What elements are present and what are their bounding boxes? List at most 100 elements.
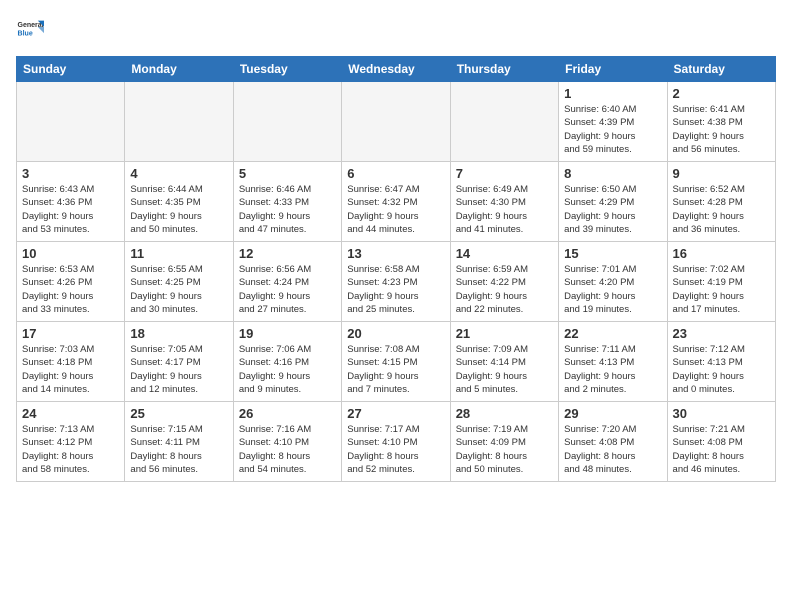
- day-number: 16: [673, 246, 770, 261]
- day-number: 9: [673, 166, 770, 181]
- day-number: 27: [347, 406, 444, 421]
- header: General Blue: [16, 16, 776, 44]
- calendar-day-cell: [17, 82, 125, 162]
- day-detail: Sunrise: 7:09 AM Sunset: 4:14 PM Dayligh…: [456, 343, 553, 396]
- day-number: 6: [347, 166, 444, 181]
- day-detail: Sunrise: 6:59 AM Sunset: 4:22 PM Dayligh…: [456, 263, 553, 316]
- calendar-day-cell: 1 Sunrise: 6:40 AM Sunset: 4:39 PM Daylig…: [559, 82, 667, 162]
- calendar-day-cell: 19Sunrise: 7:06 AM Sunset: 4:16 PM Dayli…: [233, 322, 341, 402]
- day-detail: Sunrise: 7:01 AM Sunset: 4:20 PM Dayligh…: [564, 263, 661, 316]
- calendar-day-cell: 16 Sunrise: 7:02 AM Sunset: 4:19 PM Dayli…: [667, 242, 775, 322]
- calendar-day-cell: 27 Sunrise: 7:17 AM Sunset: 4:10 PM Dayli…: [342, 402, 450, 482]
- calendar-day-cell: 13 Sunrise: 6:58 AM Sunset: 4:23 PM Dayli…: [342, 242, 450, 322]
- page-container: General Blue SundayMondayTuesdayWednesda…: [0, 0, 792, 490]
- calendar-header-wednesday: Wednesday: [342, 57, 450, 82]
- day-number: 24: [22, 406, 119, 421]
- day-number: 23: [673, 326, 770, 341]
- calendar-week-row: 1 Sunrise: 6:40 AM Sunset: 4:39 PM Daylig…: [17, 82, 776, 162]
- calendar-day-cell: 21 Sunrise: 7:09 AM Sunset: 4:14 PM Dayli…: [450, 322, 558, 402]
- calendar-day-cell: 28Sunrise: 7:19 AM Sunset: 4:09 PM Dayli…: [450, 402, 558, 482]
- day-number: 17: [22, 326, 119, 341]
- day-number: 29: [564, 406, 661, 421]
- day-detail: Sunrise: 7:03 AM Sunset: 4:18 PM Dayligh…: [22, 343, 119, 396]
- day-number: 15: [564, 246, 661, 261]
- day-detail: Sunrise: 6:52 AM Sunset: 4:28 PM Dayligh…: [673, 183, 770, 236]
- calendar-day-cell: 26 Sunrise: 7:16 AM Sunset: 4:10 PM Dayli…: [233, 402, 341, 482]
- day-detail: Sunrise: 6:56 AM Sunset: 4:24 PM Dayligh…: [239, 263, 336, 316]
- calendar-day-cell: 5Sunrise: 6:46 AM Sunset: 4:33 PM Daylig…: [233, 162, 341, 242]
- day-detail: Sunrise: 7:15 AM Sunset: 4:11 PM Dayligh…: [130, 423, 227, 476]
- day-number: 4: [130, 166, 227, 181]
- day-detail: Sunrise: 6:41 AM Sunset: 4:38 PM Dayligh…: [673, 103, 770, 156]
- calendar-day-cell: 2Sunrise: 6:41 AM Sunset: 4:38 PM Daylig…: [667, 82, 775, 162]
- day-detail: Sunrise: 7:13 AM Sunset: 4:12 PM Dayligh…: [22, 423, 119, 476]
- calendar-day-cell: 15 Sunrise: 7:01 AM Sunset: 4:20 PM Dayli…: [559, 242, 667, 322]
- day-detail: Sunrise: 6:49 AM Sunset: 4:30 PM Dayligh…: [456, 183, 553, 236]
- day-number: 1: [564, 86, 661, 101]
- day-number: 5: [239, 166, 336, 181]
- day-number: 3: [22, 166, 119, 181]
- day-detail: Sunrise: 7:11 AM Sunset: 4:13 PM Dayligh…: [564, 343, 661, 396]
- calendar-header-friday: Friday: [559, 57, 667, 82]
- calendar-header-row: SundayMondayTuesdayWednesdayThursdayFrid…: [17, 57, 776, 82]
- day-detail: Sunrise: 7:21 AM Sunset: 4:08 PM Dayligh…: [673, 423, 770, 476]
- day-detail: Sunrise: 7:12 AM Sunset: 4:13 PM Dayligh…: [673, 343, 770, 396]
- day-detail: Sunrise: 6:55 AM Sunset: 4:25 PM Dayligh…: [130, 263, 227, 316]
- day-detail: Sunrise: 6:43 AM Sunset: 4:36 PM Dayligh…: [22, 183, 119, 236]
- calendar-day-cell: 23 Sunrise: 7:12 AM Sunset: 4:13 PM Dayli…: [667, 322, 775, 402]
- calendar-day-cell: 22 Sunrise: 7:11 AM Sunset: 4:13 PM Dayli…: [559, 322, 667, 402]
- day-number: 18: [130, 326, 227, 341]
- day-number: 30: [673, 406, 770, 421]
- day-detail: Sunrise: 6:40 AM Sunset: 4:39 PM Dayligh…: [564, 103, 661, 156]
- calendar-day-cell: 25 Sunrise: 7:15 AM Sunset: 4:11 PM Dayli…: [125, 402, 233, 482]
- day-detail: Sunrise: 7:08 AM Sunset: 4:15 PM Dayligh…: [347, 343, 444, 396]
- day-detail: Sunrise: 7:06 AM Sunset: 4:16 PM Dayligh…: [239, 343, 336, 396]
- day-number: 13: [347, 246, 444, 261]
- calendar-day-cell: [233, 82, 341, 162]
- calendar-day-cell: 7Sunrise: 6:49 AM Sunset: 4:30 PM Daylig…: [450, 162, 558, 242]
- calendar-day-cell: 6 Sunrise: 6:47 AM Sunset: 4:32 PM Daylig…: [342, 162, 450, 242]
- calendar-day-cell: 3 Sunrise: 6:43 AM Sunset: 4:36 PM Daylig…: [17, 162, 125, 242]
- day-detail: Sunrise: 7:19 AM Sunset: 4:09 PM Dayligh…: [456, 423, 553, 476]
- calendar-header-sunday: Sunday: [17, 57, 125, 82]
- calendar-day-cell: [450, 82, 558, 162]
- calendar-header-saturday: Saturday: [667, 57, 775, 82]
- day-number: 8: [564, 166, 661, 181]
- logo: General Blue: [16, 16, 48, 44]
- day-detail: Sunrise: 7:16 AM Sunset: 4:10 PM Dayligh…: [239, 423, 336, 476]
- day-number: 10: [22, 246, 119, 261]
- day-detail: Sunrise: 6:44 AM Sunset: 4:35 PM Dayligh…: [130, 183, 227, 236]
- calendar-day-cell: 20 Sunrise: 7:08 AM Sunset: 4:15 PM Dayli…: [342, 322, 450, 402]
- calendar-day-cell: 10 Sunrise: 6:53 AM Sunset: 4:26 PM Dayli…: [17, 242, 125, 322]
- calendar-week-row: 17 Sunrise: 7:03 AM Sunset: 4:18 PM Dayli…: [17, 322, 776, 402]
- calendar-day-cell: 29Sunrise: 7:20 AM Sunset: 4:08 PM Dayli…: [559, 402, 667, 482]
- calendar-day-cell: [342, 82, 450, 162]
- day-detail: Sunrise: 6:47 AM Sunset: 4:32 PM Dayligh…: [347, 183, 444, 236]
- calendar-week-row: 10 Sunrise: 6:53 AM Sunset: 4:26 PM Dayli…: [17, 242, 776, 322]
- logo-icon: General Blue: [16, 16, 44, 44]
- calendar-day-cell: 30 Sunrise: 7:21 AM Sunset: 4:08 PM Dayli…: [667, 402, 775, 482]
- calendar-day-cell: 4 Sunrise: 6:44 AM Sunset: 4:35 PM Daylig…: [125, 162, 233, 242]
- calendar-header-thursday: Thursday: [450, 57, 558, 82]
- calendar-day-cell: [125, 82, 233, 162]
- day-detail: Sunrise: 7:17 AM Sunset: 4:10 PM Dayligh…: [347, 423, 444, 476]
- calendar-day-cell: 8 Sunrise: 6:50 AM Sunset: 4:29 PM Daylig…: [559, 162, 667, 242]
- calendar-day-cell: 12 Sunrise: 6:56 AM Sunset: 4:24 PM Dayli…: [233, 242, 341, 322]
- calendar-day-cell: 18 Sunrise: 7:05 AM Sunset: 4:17 PM Dayli…: [125, 322, 233, 402]
- day-number: 26: [239, 406, 336, 421]
- day-detail: Sunrise: 6:58 AM Sunset: 4:23 PM Dayligh…: [347, 263, 444, 316]
- calendar-week-row: 3 Sunrise: 6:43 AM Sunset: 4:36 PM Daylig…: [17, 162, 776, 242]
- calendar-header-tuesday: Tuesday: [233, 57, 341, 82]
- calendar-week-row: 24 Sunrise: 7:13 AM Sunset: 4:12 PM Dayli…: [17, 402, 776, 482]
- day-number: 25: [130, 406, 227, 421]
- day-number: 21: [456, 326, 553, 341]
- day-detail: Sunrise: 7:02 AM Sunset: 4:19 PM Dayligh…: [673, 263, 770, 316]
- day-detail: Sunrise: 6:50 AM Sunset: 4:29 PM Dayligh…: [564, 183, 661, 236]
- calendar-day-cell: 24 Sunrise: 7:13 AM Sunset: 4:12 PM Dayli…: [17, 402, 125, 482]
- day-detail: Sunrise: 6:53 AM Sunset: 4:26 PM Dayligh…: [22, 263, 119, 316]
- calendar-day-cell: 11Sunrise: 6:55 AM Sunset: 4:25 PM Dayli…: [125, 242, 233, 322]
- day-number: 22: [564, 326, 661, 341]
- day-detail: Sunrise: 7:05 AM Sunset: 4:17 PM Dayligh…: [130, 343, 227, 396]
- day-number: 20: [347, 326, 444, 341]
- day-number: 12: [239, 246, 336, 261]
